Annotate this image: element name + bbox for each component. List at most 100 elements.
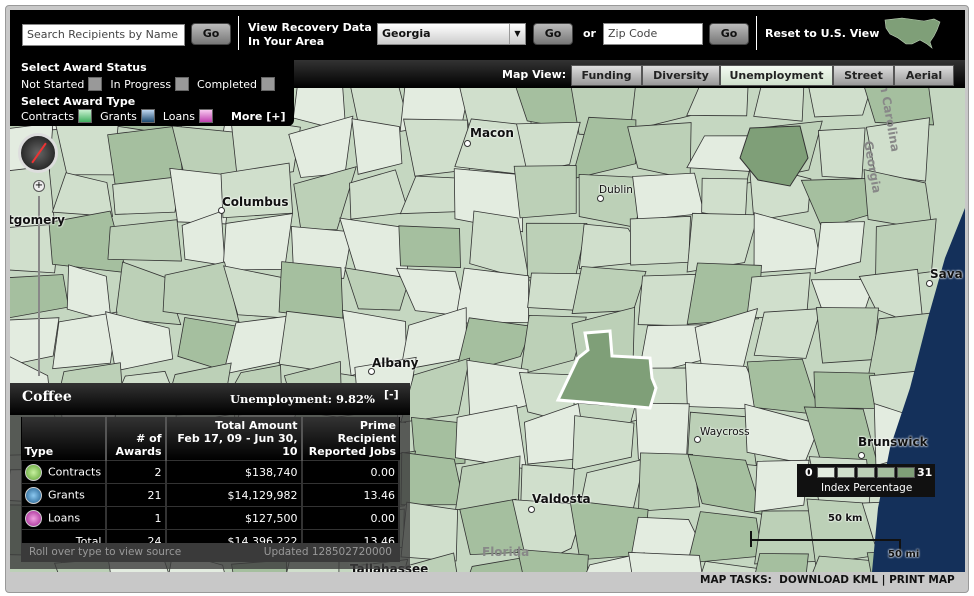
county-shape[interactable] xyxy=(349,169,410,220)
county-shape[interactable] xyxy=(875,218,937,280)
county-shape[interactable] xyxy=(351,118,403,175)
row-type[interactable]: Grants xyxy=(48,488,85,501)
city-montgomery: tgomery xyxy=(10,213,65,227)
county-shape[interactable] xyxy=(51,172,114,217)
view-area-label-1: View Recovery Data xyxy=(248,21,372,34)
scale-bar xyxy=(750,539,901,541)
state-go-button[interactable]: Go xyxy=(533,23,573,45)
county-shape[interactable] xyxy=(814,221,865,274)
county-shape[interactable] xyxy=(398,225,461,268)
type-loans-label: Loans xyxy=(162,109,195,123)
rollover-hint: Roll over type to view source xyxy=(29,546,182,558)
county-shape[interactable] xyxy=(753,88,805,122)
status-completed-label: Completed xyxy=(197,77,258,91)
more-types-link[interactable]: More [+] xyxy=(231,110,286,123)
city-dot xyxy=(597,195,604,202)
search-recipients-input[interactable]: Search Recipients by Name xyxy=(22,24,185,46)
county-shape[interactable] xyxy=(753,308,822,359)
view-area-label-2: In Your Area xyxy=(248,35,325,48)
table-row[interactable]: Grants 21 $14,129,982 13.46 xyxy=(21,483,400,507)
county-shape[interactable] xyxy=(66,264,112,323)
county-shape[interactable] xyxy=(800,178,877,230)
county-shape[interactable] xyxy=(817,127,866,180)
type-loans-checkbox[interactable] xyxy=(198,109,213,123)
row-jobs: 0.00 xyxy=(301,460,400,484)
city-waycross: Waycross xyxy=(700,426,750,438)
map-tasks-bar: MAP TASKS: DOWNLOAD KML | PRINT MAP xyxy=(700,574,962,586)
county-shape[interactable] xyxy=(815,307,879,364)
map-legend: 0 31 Index Percentage xyxy=(797,464,935,497)
row-jobs: 13.46 xyxy=(301,483,400,507)
city-dot xyxy=(464,140,471,147)
col-amount-title: Total Amount xyxy=(215,419,298,432)
type-grants-checkbox[interactable] xyxy=(140,109,155,123)
county-shape[interactable] xyxy=(403,118,470,177)
table-row[interactable]: Contracts 2 $138,740 0.00 xyxy=(21,460,400,484)
status-not-started-label: Not Started xyxy=(21,77,85,91)
award-type-title: Select Award Type xyxy=(21,95,136,108)
legend-max: 31 xyxy=(917,466,933,479)
row-type[interactable]: Loans xyxy=(48,511,80,524)
map-view-label: Map View: xyxy=(502,68,567,81)
status-not-started-checkbox[interactable] xyxy=(88,77,103,91)
tab-aerial[interactable]: Aerial xyxy=(894,65,954,86)
county-shape[interactable] xyxy=(571,266,647,314)
tab-funding[interactable]: Funding xyxy=(571,65,642,86)
zip-code-input[interactable]: Zip Code xyxy=(603,23,703,45)
collapse-button[interactable]: [-] xyxy=(384,388,399,401)
county-shape[interactable] xyxy=(10,317,60,366)
tab-diversity[interactable]: Diversity xyxy=(642,65,720,86)
county-name: Coffee xyxy=(22,389,72,405)
print-map-link[interactable]: PRINT MAP xyxy=(889,574,955,586)
county-shape[interactable] xyxy=(629,215,691,266)
table-row[interactable]: Loans 1 $127,500 0.00 xyxy=(21,506,400,530)
zoom-in-button[interactable]: + xyxy=(33,180,45,192)
city-brunswick: Brunswick xyxy=(858,435,928,449)
row-type[interactable]: Contracts xyxy=(48,465,101,478)
col-awards: # of Awards xyxy=(105,417,167,461)
status-in-progress-label: In Progress xyxy=(110,77,172,91)
county-shape[interactable] xyxy=(513,165,577,219)
tab-street[interactable]: Street xyxy=(833,65,894,86)
zip-go-button[interactable]: Go xyxy=(709,23,749,45)
county-shape[interactable] xyxy=(395,267,468,317)
county-shape[interactable] xyxy=(526,222,588,278)
county-shape[interactable] xyxy=(400,451,465,506)
awards-table: Type # of Awards Total Amount Feb 17, 09 … xyxy=(21,417,400,553)
type-contracts-checkbox[interactable] xyxy=(78,109,93,123)
map-tasks-label: MAP TASKS: xyxy=(700,574,772,586)
tab-unemployment[interactable]: Unemployment xyxy=(720,65,833,86)
reset-us-view-link[interactable]: Reset to U.S. View xyxy=(765,27,879,40)
county-shape[interactable] xyxy=(571,415,635,471)
county-shape[interactable] xyxy=(107,219,182,262)
chevron-down-icon[interactable]: ▼ xyxy=(509,24,525,44)
download-kml-link[interactable]: DOWNLOAD KML xyxy=(779,574,878,586)
scale-km: 50 km xyxy=(828,513,863,524)
row-amount: $14,129,982 xyxy=(165,483,303,507)
county-shape[interactable] xyxy=(456,556,528,572)
col-jobs: Prime Recipient Reported Jobs xyxy=(301,417,399,461)
col-amount-range: Feb 17, 09 - Jun 30, 10 xyxy=(177,432,298,458)
header: Search Recipients by Name Go View Recove… xyxy=(10,10,965,60)
search-go-button[interactable]: Go xyxy=(191,23,231,45)
grants-icon xyxy=(25,486,42,504)
row-awards: 21 xyxy=(105,483,167,507)
updated-timestamp: Updated 128502720000 xyxy=(263,546,392,558)
compass-pan-control[interactable] xyxy=(18,133,58,173)
county-shape[interactable] xyxy=(746,358,821,416)
state-select[interactable]: Georgia ▼ xyxy=(377,23,526,45)
col-type: Type xyxy=(21,417,107,461)
county-shape[interactable] xyxy=(627,122,692,180)
county-shape[interactable] xyxy=(288,115,354,178)
county-shape[interactable] xyxy=(628,551,705,572)
legend-min: 0 xyxy=(805,466,813,479)
divider xyxy=(756,16,757,50)
status-completed-checkbox[interactable] xyxy=(261,77,276,91)
legend-title: Index Percentage xyxy=(821,482,913,494)
us-map-icon[interactable] xyxy=(882,14,944,50)
county-shape[interactable] xyxy=(753,212,823,274)
status-in-progress-checkbox[interactable] xyxy=(175,77,190,91)
county-shape[interactable] xyxy=(171,125,242,178)
info-footer: Roll over type to view source Updated 128… xyxy=(21,543,400,562)
award-status-title: Select Award Status xyxy=(21,61,147,74)
